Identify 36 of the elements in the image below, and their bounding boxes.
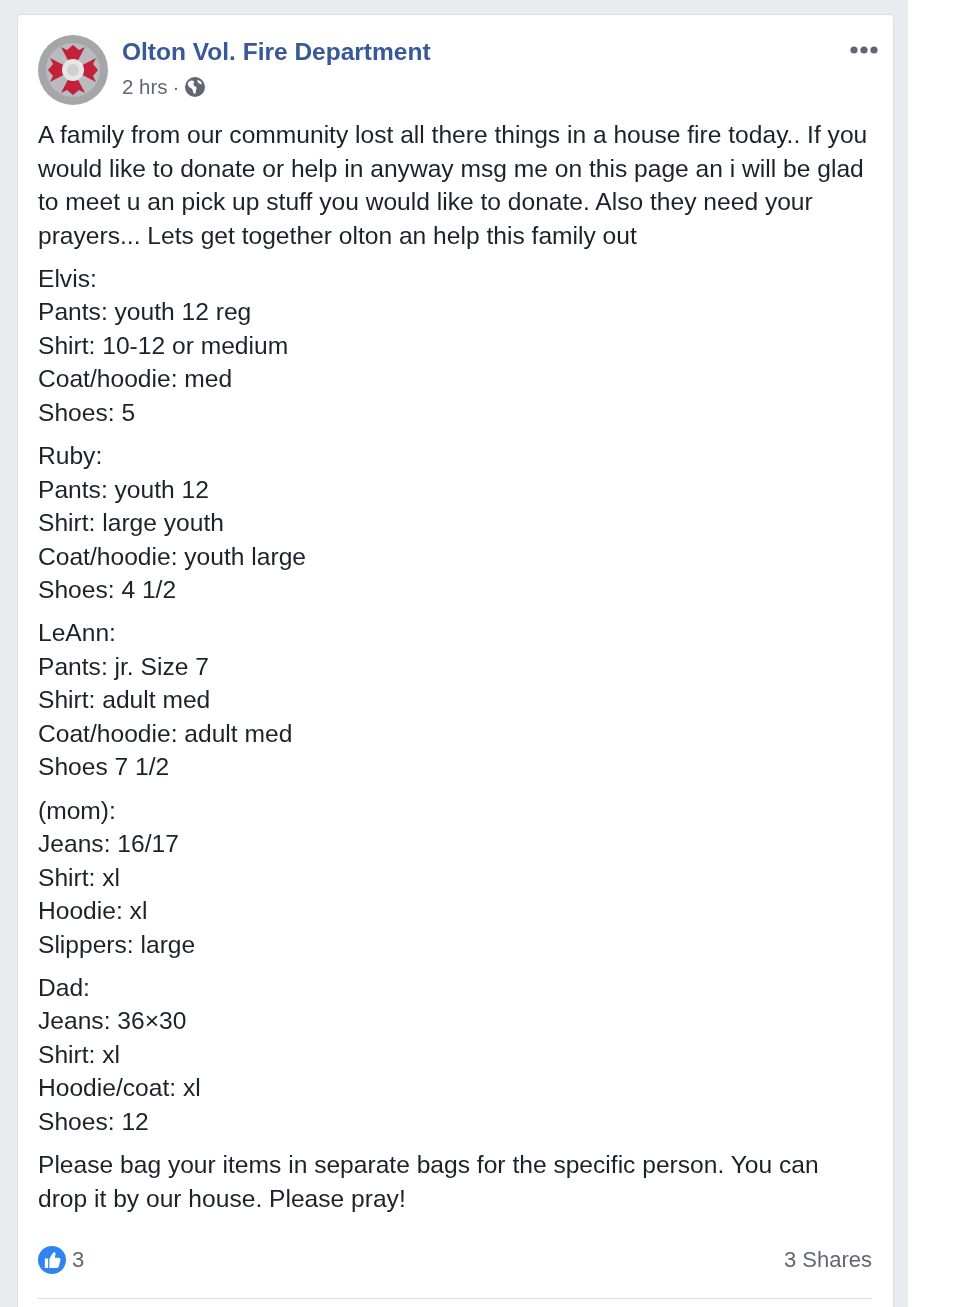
post-text-line: Elvis: — [38, 263, 98, 294]
like-count[interactable]: 3 — [72, 1247, 85, 1274]
post-text-line: Shoes 7 1/2 — [38, 752, 171, 783]
post-paragraph: A family from our community lost all there things in a house fire today.. If you would like to donate or help in anyway msg me on this page an i will be glad to meet u an pick up stuff you would like to donate. Also they need your prayers... Lets get together olton an help this family out — [38, 120, 869, 251]
post-text-line: Shoes: 4 1/2 — [38, 575, 178, 606]
shares-link[interactable]: 3 Shares — [783, 1247, 872, 1274]
post-text-line: Shoes: 12 — [38, 1107, 150, 1137]
page-name-link[interactable]: Olton Vol. Fire Department — [122, 37, 431, 67]
post-text-line: Coat/hoodie: youth large — [38, 541, 307, 572]
post-time-link[interactable]: 2 hrs — [122, 75, 168, 99]
more-options-icon[interactable] — [850, 46, 878, 54]
post-text-line: Hoodie/coat: xl — [38, 1073, 202, 1104]
thumbs-up-icon[interactable] — [38, 1246, 66, 1275]
post-text-line: Shirt: large youth — [38, 508, 225, 539]
post-text-line: Shirt: xl — [38, 862, 121, 893]
post-text-line: Ruby: — [38, 441, 104, 472]
post-paragraph: Please bag your items in separate bags for the specific person. You can drop it by our house. Please pray! — [38, 1150, 820, 1214]
post-text-line: Coat/hoodie: med — [38, 364, 234, 395]
separator-dot: · — [172, 75, 180, 99]
post-text-line: Shoes: 5 — [38, 397, 137, 428]
post-text-line: Jeans: 16/17 — [38, 829, 180, 860]
post-text-line: Slippers: large — [38, 929, 197, 960]
post-text-line: Dad: — [38, 973, 91, 1003]
post-text-line: Coat/hoodie: adult med — [38, 718, 294, 749]
post-text-line: (mom): — [38, 795, 117, 826]
post-text-line: Hoodie: xl — [38, 896, 149, 927]
post-text-line: Pants: jr. Size 7 — [38, 651, 210, 682]
post-text-line: Jeans: 36×30 — [38, 1006, 188, 1037]
post-text-line: Pants: youth 12 reg — [38, 297, 253, 328]
post-text-line: LeAnn: — [38, 618, 117, 649]
globe-icon — [185, 77, 206, 97]
post-text-line: Shirt: adult med — [38, 685, 212, 716]
post-text-line: Shirt: xl — [38, 1040, 121, 1070]
post-text-line: Shirt: 10-12 or medium — [38, 330, 290, 361]
emblem-avatar-icon[interactable] — [38, 35, 108, 105]
post-text-line: Pants: youth 12 — [38, 474, 210, 505]
